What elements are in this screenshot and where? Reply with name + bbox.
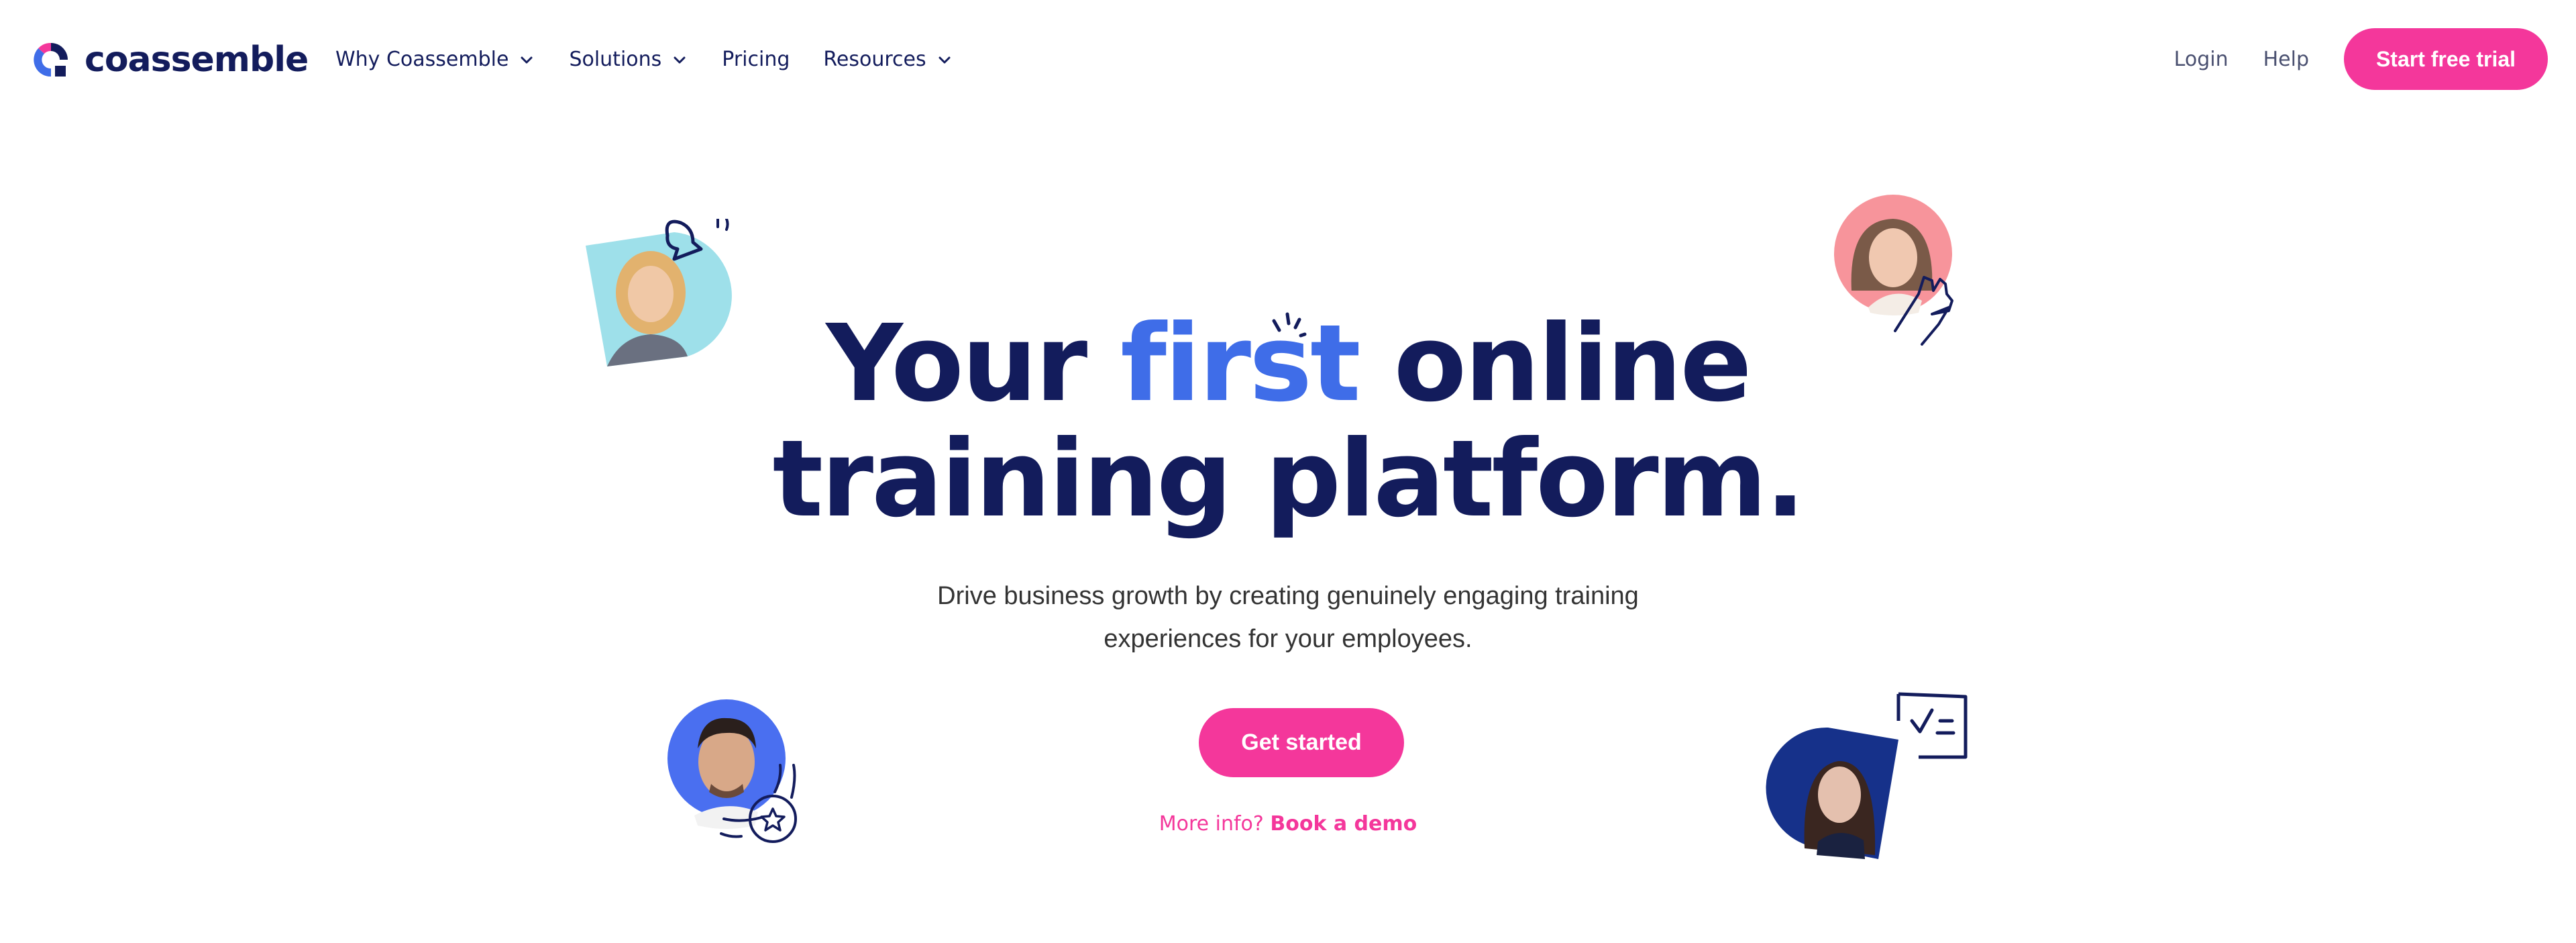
nav-label: Pricing <box>722 47 790 71</box>
main-nav: Why Coassemble Solutions Pricing Resourc… <box>335 44 987 74</box>
chevron-down-icon <box>936 50 953 68</box>
get-started-button[interactable]: Get started <box>1199 708 1404 777</box>
avatar-shape <box>586 215 732 366</box>
subtitle-line: experiences for your employees. <box>1104 625 1472 653</box>
avatar-top-right <box>1831 193 1979 348</box>
help-link[interactable]: Help <box>2263 48 2309 71</box>
avatar-shape <box>1834 195 1953 346</box>
coassemble-logo-icon <box>34 42 68 77</box>
site-header: coassemble Why Coassemble Solutions Pric… <box>0 0 2576 118</box>
hero-section: Your first online training platform. Dri… <box>0 118 2576 943</box>
nav-solutions[interactable]: Solutions <box>569 48 688 71</box>
avatar-top-left <box>580 215 755 380</box>
headline-accent: first <box>1120 302 1360 426</box>
nav-resources[interactable]: Resources <box>823 48 953 71</box>
nav-label: Why Coassemble <box>335 47 509 71</box>
headline-line-2: training platform. <box>772 417 1806 541</box>
nav-pricing[interactable]: Pricing <box>722 48 790 71</box>
subtitle-line: Drive business growth by creating genuin… <box>937 582 1639 610</box>
headline-text: Your <box>826 302 1121 426</box>
hero-subtitle: Drive business growth by creating genuin… <box>0 575 2576 660</box>
avatar-shape <box>1766 692 1968 859</box>
logo-text: coassemble <box>85 40 309 80</box>
chevron-down-icon <box>518 50 535 68</box>
more-info: More info? Book a demo <box>0 812 2576 836</box>
star-icon <box>760 807 786 832</box>
nav-label: Solutions <box>569 47 662 71</box>
logo[interactable]: coassemble <box>32 39 309 81</box>
avatar-shape <box>667 699 797 843</box>
chevron-down-icon <box>671 50 688 68</box>
sparkle-icon <box>1272 312 1307 338</box>
avatar-bottom-right <box>1764 687 1972 862</box>
more-info-label: More info? <box>1159 812 1264 836</box>
nav-why-coassemble[interactable]: Why Coassemble <box>335 48 535 71</box>
login-link[interactable]: Login <box>2174 48 2229 71</box>
headline-text: online <box>1358 302 1752 426</box>
account-nav: Login Help Start free trial <box>2174 28 2548 90</box>
book-demo-link[interactable]: Book a demo <box>1270 812 1417 836</box>
checklist-icon <box>1898 692 1968 759</box>
checkmark-icon <box>1910 708 1934 734</box>
nav-label: Resources <box>823 47 926 71</box>
avatar-bottom-left <box>667 698 808 846</box>
start-free-trial-button[interactable]: Start free trial <box>2344 28 2548 90</box>
